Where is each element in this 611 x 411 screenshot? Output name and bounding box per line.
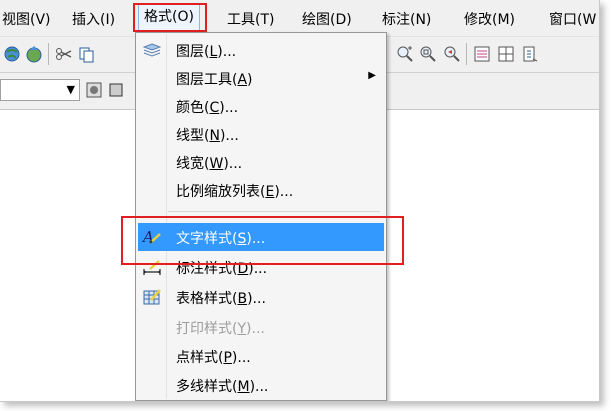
- menu-item-plot-style: 打印样式(Y)...: [138, 313, 384, 341]
- copy-icon[interactable]: [76, 44, 96, 64]
- zoom-previous-icon[interactable]: [442, 44, 462, 64]
- menu-item-label: 线型(N)...: [176, 128, 239, 144]
- highlight-box-text-style: [121, 216, 404, 265]
- scissors-icon[interactable]: [54, 44, 74, 64]
- menu-separator: [168, 211, 380, 212]
- menu-item-label: 点样式(P)...: [176, 350, 251, 366]
- chevron-down-icon: ▼: [66, 83, 75, 96]
- menu-draw[interactable]: 绘图(D): [302, 9, 352, 29]
- menu-item-label: 打印样式(Y)...: [176, 321, 265, 337]
- layer-previous-icon[interactable]: [106, 80, 126, 100]
- menu-item-label: 图层工具(A): [176, 72, 253, 88]
- layer-dropdown[interactable]: ▼: [0, 79, 80, 101]
- menu-item-label: 表格样式(B)...: [176, 291, 266, 307]
- menu-item-label: 图层(L)...: [176, 44, 237, 60]
- properties-icon[interactable]: [472, 44, 492, 64]
- toolbar-separator: [466, 43, 467, 65]
- menu-item-table-style[interactable]: 表格样式(B)...: [138, 283, 384, 311]
- menu-item-layer[interactable]: 图层(L)...: [138, 36, 384, 64]
- tool-palette-icon[interactable]: [520, 44, 540, 64]
- globe-icon[interactable]: [2, 44, 22, 64]
- app-window: 视图(V) 插入(I) 格式(O) 工具(T) 绘图(D) 标注(N) 修改(M…: [0, 0, 600, 402]
- menu-item-linetype[interactable]: 线型(N)...: [138, 120, 384, 148]
- submenu-arrow-icon: ▶: [368, 70, 376, 81]
- menu-item-scale-list[interactable]: 比例缩放列表(E)...: [138, 176, 384, 204]
- menu-tools[interactable]: 工具(T): [227, 9, 274, 29]
- toolbar-separator: [48, 43, 49, 65]
- menu-item-label: 线宽(W)...: [176, 156, 243, 172]
- table-style-icon: [142, 288, 162, 306]
- zoom-realtime-icon[interactable]: [395, 44, 415, 64]
- menu-item-multiline-style[interactable]: 多线样式(M)...: [138, 371, 384, 399]
- menu-item-layer-tools[interactable]: 图层工具(A) ▶: [138, 64, 384, 92]
- menu-insert[interactable]: 插入(I): [72, 9, 115, 29]
- menu-window[interactable]: 窗口(W: [549, 9, 596, 29]
- layers-icon: [142, 41, 162, 59]
- menu-item-label: 颜色(C)...: [176, 100, 239, 116]
- highlight-box-format-menu: [133, 3, 207, 32]
- menu-modify[interactable]: 修改(M): [464, 9, 515, 29]
- menu-item-color[interactable]: 颜色(C)...: [138, 92, 384, 120]
- menu-item-point-style[interactable]: 点样式(P)...: [138, 342, 384, 370]
- layer-states-icon[interactable]: [84, 80, 104, 100]
- design-center-icon[interactable]: [496, 44, 516, 64]
- menu-item-label: 比例缩放列表(E)...: [176, 184, 294, 200]
- menu-dimension[interactable]: 标注(N): [382, 9, 431, 29]
- menu-view[interactable]: 视图(V): [2, 9, 51, 29]
- zoom-window-icon[interactable]: [418, 44, 438, 64]
- menu-item-lineweight[interactable]: 线宽(W)...: [138, 148, 384, 176]
- globe-arrow-icon[interactable]: [24, 44, 44, 64]
- menu-item-label: 多线样式(M)...: [176, 379, 269, 395]
